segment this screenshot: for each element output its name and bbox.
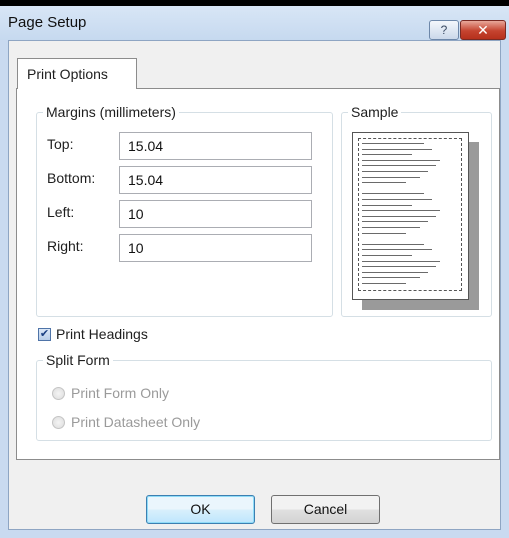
sample-text-line [362,249,432,251]
tab-print-options[interactable]: Print Options [17,58,137,89]
sample-page-preview [352,132,469,300]
sample-text-line [362,159,440,161]
title-bar[interactable]: Page Setup ? ✕ [0,6,509,40]
print-headings-checkbox[interactable]: ✔ [38,328,51,341]
sample-text-line [362,210,440,212]
sample-text-line [362,176,420,178]
sample-group-label: Sample [351,104,399,120]
bottom-margin-label: Bottom: [47,170,96,186]
window-title: Page Setup [8,14,87,31]
sample-text-line [362,232,406,234]
split-form-group-label: Split Form [46,352,110,368]
close-icon: ✕ [477,22,489,38]
help-button[interactable]: ? [429,20,459,40]
close-button[interactable]: ✕ [460,20,506,40]
sample-text-line [362,283,406,284]
sample-page-margins [358,138,462,291]
sample-text-line [362,271,428,273]
print-datasheet-only-label[interactable]: Print Datasheet Only [71,414,200,430]
sample-text-line [362,255,412,256]
sample-text-line [362,204,412,206]
sample-text-line [362,277,420,279]
ok-button[interactable]: OK [146,495,255,524]
print-headings-label[interactable]: Print Headings [56,326,148,342]
left-margin-label: Left: [47,204,75,220]
margins-group-label: Margins (millimeters) [46,104,176,120]
sample-text-line [362,260,440,262]
sample-text-line [362,221,428,223]
top-margin-input[interactable] [119,132,312,160]
top-margin-label: Top: [47,136,74,152]
sample-text-line [362,243,424,245]
sample-text-line [362,165,436,167]
sample-text-line [362,154,412,156]
sample-text-line [362,215,436,217]
bottom-margin-input[interactable] [119,166,312,194]
right-margin-input[interactable] [119,234,312,262]
print-form-only-radio[interactable] [52,387,65,400]
sample-text-line [362,171,428,172]
sample-text-line [362,182,406,184]
sample-text-line [362,199,432,200]
page-setup-dialog: Page Setup ? ✕ Print Options Margins (mi… [0,0,509,538]
window-bottom-edge [0,530,509,538]
sample-text-line [362,266,436,268]
cancel-button[interactable]: Cancel [271,495,380,524]
left-margin-input[interactable] [119,200,312,228]
help-icon: ? [440,23,448,37]
print-form-only-label[interactable]: Print Form Only [71,385,169,401]
checkmark-icon: ✔ [39,328,50,340]
sample-text-line [362,227,420,228]
sample-text-line [362,148,432,150]
sample-text-line [362,193,424,195]
sample-text-line [362,143,424,144]
right-margin-label: Right: [47,238,84,254]
print-datasheet-only-radio[interactable] [52,416,65,429]
